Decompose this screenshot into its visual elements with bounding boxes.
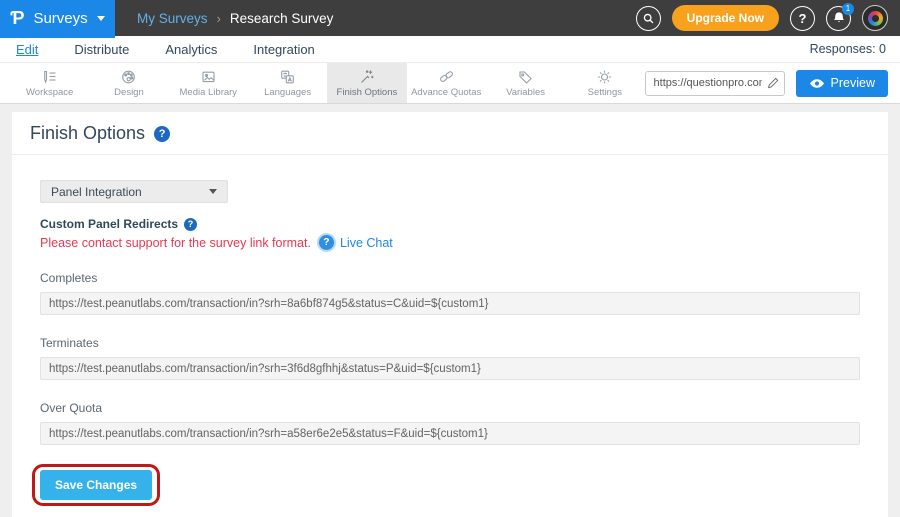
upgrade-now-button[interactable]: Upgrade Now bbox=[672, 5, 779, 31]
card-body: Panel Integration Custom Panel Redirects… bbox=[12, 155, 888, 517]
search-button[interactable] bbox=[636, 6, 661, 31]
eye-icon bbox=[809, 78, 825, 89]
finish-options-help-icon[interactable]: ? bbox=[154, 126, 170, 142]
over-quota-label: Over Quota bbox=[40, 401, 860, 415]
breadcrumb-separator: › bbox=[217, 11, 221, 26]
nav-items: Edit Distribute Analytics Integration bbox=[0, 42, 315, 57]
questionpro-logo-icon: Ƥ bbox=[10, 8, 24, 29]
redirects-help-icon[interactable]: ? bbox=[184, 218, 197, 231]
toolbar-item-languages[interactable]: Languages bbox=[248, 63, 327, 103]
toolbar-item-label: Advance Quotas bbox=[411, 87, 481, 98]
nav-accent-bar bbox=[0, 36, 115, 38]
toolbar-right: Preview bbox=[645, 63, 900, 103]
toolbar-item-label: Finish Options bbox=[337, 87, 398, 98]
toolbar-item-label: Settings bbox=[588, 87, 622, 98]
completes-label: Completes bbox=[40, 271, 860, 285]
breadcrumb: My Surveys › Research Survey bbox=[137, 11, 333, 26]
save-changes-button[interactable]: Save Changes bbox=[40, 470, 152, 500]
terminates-input[interactable] bbox=[40, 357, 860, 380]
finish-options-icon bbox=[358, 69, 375, 85]
toolbar-item-label: Workspace bbox=[26, 87, 73, 98]
survey-url-wrap bbox=[645, 71, 785, 96]
help-button[interactable]: ? bbox=[790, 6, 815, 31]
product-name: Surveys bbox=[33, 10, 87, 27]
question-icon: ? bbox=[159, 128, 166, 140]
toolbar-item-label: Media Library bbox=[180, 87, 238, 98]
toolbar-item-settings[interactable]: Settings bbox=[565, 63, 644, 103]
notifications-button[interactable]: 1 bbox=[826, 6, 851, 31]
avatar-logo-icon bbox=[868, 11, 883, 26]
topbar-actions: Upgrade Now ? 1 bbox=[636, 5, 900, 31]
dropdown-selected-value: Panel Integration bbox=[51, 185, 142, 199]
breadcrumb-my-surveys[interactable]: My Surveys bbox=[137, 11, 208, 26]
completes-input[interactable] bbox=[40, 292, 860, 315]
top-bar: Ƥ Surveys My Surveys › Research Survey U… bbox=[0, 0, 900, 36]
toolbar-item-finish-options[interactable]: Finish Options bbox=[327, 63, 406, 103]
product-switcher[interactable]: Ƥ Surveys bbox=[0, 0, 115, 36]
question-icon: ? bbox=[188, 219, 194, 229]
finish-options-card: Finish Options ? Panel Integration Custo… bbox=[12, 112, 888, 517]
toolbar-item-label: Design bbox=[114, 87, 144, 98]
question-icon: ? bbox=[323, 237, 329, 248]
toolbar-item-advance-quotas[interactable]: Advance Quotas bbox=[407, 63, 486, 103]
page-background: Finish Options ? Panel Integration Custo… bbox=[0, 104, 900, 517]
toolbar-item-label: Variables bbox=[506, 87, 545, 98]
breadcrumb-current-survey: Research Survey bbox=[230, 11, 334, 26]
support-note-row: Please contact support for the survey li… bbox=[40, 235, 860, 250]
edit-url-pencil-icon[interactable] bbox=[767, 77, 780, 90]
preview-button[interactable]: Preview bbox=[796, 70, 888, 97]
account-avatar[interactable] bbox=[862, 5, 888, 31]
nav-tab-edit[interactable]: Edit bbox=[16, 42, 38, 57]
panel-integration-dropdown[interactable]: Panel Integration bbox=[40, 180, 228, 203]
support-note: Please contact support for the survey li… bbox=[40, 236, 311, 250]
design-icon bbox=[120, 69, 137, 85]
save-annotation-highlight: Save Changes bbox=[32, 464, 160, 506]
toolbar-item-workspace[interactable]: Workspace bbox=[10, 63, 89, 103]
settings-icon bbox=[596, 69, 613, 85]
survey-url-input[interactable] bbox=[645, 71, 785, 96]
media-library-icon bbox=[200, 69, 217, 85]
over-quota-input[interactable] bbox=[40, 422, 860, 445]
edit-toolbar: Workspace Design Media Library Languages… bbox=[0, 63, 900, 104]
survey-nav: Edit Distribute Analytics Integration Re… bbox=[0, 36, 900, 63]
preview-label: Preview bbox=[831, 76, 875, 90]
question-icon: ? bbox=[799, 11, 807, 26]
variables-icon bbox=[517, 69, 534, 85]
chevron-down-icon bbox=[209, 189, 217, 194]
responses-count[interactable]: Responses: 0 bbox=[810, 42, 900, 56]
notification-badge: 1 bbox=[842, 3, 854, 15]
live-chat-link[interactable]: Live Chat bbox=[340, 236, 393, 250]
chevron-down-icon bbox=[97, 16, 105, 21]
toolbar-item-variables[interactable]: Variables bbox=[486, 63, 565, 103]
page-title: Finish Options bbox=[30, 123, 145, 144]
search-icon bbox=[642, 12, 655, 25]
custom-panel-redirects-row: Custom Panel Redirects ? bbox=[40, 217, 860, 231]
card-header: Finish Options ? bbox=[12, 112, 888, 155]
toolbar-item-media-library[interactable]: Media Library bbox=[169, 63, 248, 103]
languages-icon bbox=[279, 69, 296, 85]
nav-tab-analytics[interactable]: Analytics bbox=[165, 42, 217, 57]
section-label: Custom Panel Redirects bbox=[40, 217, 178, 231]
terminates-label: Terminates bbox=[40, 336, 860, 350]
live-chat-icon[interactable]: ? bbox=[319, 235, 334, 250]
nav-tab-integration[interactable]: Integration bbox=[253, 42, 314, 57]
workspace-icon bbox=[41, 69, 58, 85]
advance-quotas-icon bbox=[438, 69, 455, 85]
toolbar-item-label: Languages bbox=[264, 87, 311, 98]
toolbar-item-design[interactable]: Design bbox=[89, 63, 168, 103]
nav-tab-distribute[interactable]: Distribute bbox=[74, 42, 129, 57]
